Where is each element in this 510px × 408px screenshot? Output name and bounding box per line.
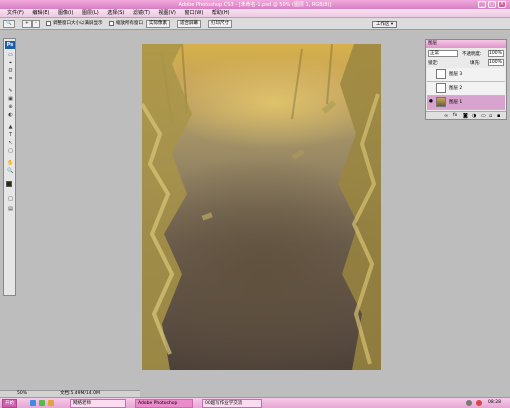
resize-windows-checkbox[interactable] bbox=[46, 21, 51, 26]
start-button[interactable]: 开始 bbox=[2, 399, 17, 408]
type-tool-icon[interactable]: T bbox=[7, 133, 14, 138]
move-tool-icon[interactable]: ⌖ bbox=[7, 61, 14, 66]
opacity-label: 不透明度: bbox=[462, 52, 482, 57]
fit-screen-button[interactable]: 适合屏幕 bbox=[177, 20, 201, 28]
layer-thumbnail bbox=[436, 69, 446, 79]
visibility-toggle[interactable] bbox=[429, 86, 433, 90]
maximize-button[interactable]: □ bbox=[488, 1, 496, 8]
painting-artwork bbox=[142, 44, 381, 370]
marquee-tool-icon[interactable]: ▭ bbox=[7, 53, 14, 58]
history-brush-icon[interactable]: ⊕ bbox=[7, 105, 14, 110]
brush-tool-icon[interactable]: ✎ bbox=[7, 89, 14, 94]
zoom-tool-icon[interactable]: 🔍 bbox=[3, 20, 15, 28]
layer-row[interactable]: 图层 3 bbox=[427, 68, 505, 82]
workspace-dropdown[interactable]: 工作区 ▾ bbox=[372, 21, 398, 28]
menu-bar: 文件(F) 编辑(E) 图像(I) 图层(L) 选择(S) 滤镜(T) 视图(V… bbox=[0, 9, 510, 18]
eye-icon[interactable]: ● bbox=[429, 99, 433, 104]
menu-help[interactable]: 帮助(H) bbox=[212, 9, 230, 18]
blend-mode-select[interactable]: 正常 bbox=[428, 50, 458, 57]
opacity-input[interactable]: 100% bbox=[488, 50, 504, 57]
lasso-tool-icon[interactable]: ʘ bbox=[7, 69, 14, 74]
folder-icon[interactable]: ▭ bbox=[481, 113, 486, 119]
stamp-tool-icon[interactable]: ▣ bbox=[7, 97, 14, 102]
layer-thumbnail bbox=[436, 97, 446, 107]
lock-label: 锁定: bbox=[428, 61, 439, 66]
menu-edit[interactable]: 编辑(E) bbox=[32, 9, 49, 18]
status-bar: 50% 文档:5.49M/14.0M bbox=[0, 390, 140, 397]
clock: 08:28 bbox=[488, 400, 501, 405]
layers-panel-footer: ∞ fx ◙ ◑ ▭ ▫ ▪ bbox=[426, 111, 506, 119]
pen-tool-icon[interactable]: ▲ bbox=[7, 125, 14, 130]
path-select-icon[interactable]: ↖ bbox=[7, 141, 14, 146]
trash-icon[interactable]: ▪ bbox=[497, 113, 500, 119]
hand-tool-icon[interactable]: ✋ bbox=[7, 161, 14, 166]
tray-icon[interactable] bbox=[466, 400, 472, 406]
document-canvas[interactable] bbox=[142, 44, 381, 370]
actual-pixels-button[interactable]: 实际像素 bbox=[146, 20, 170, 28]
quick-mask-icon[interactable]: □ bbox=[7, 197, 14, 202]
layer-row-selected[interactable]: ● 图层 1 bbox=[427, 96, 505, 110]
crop-tool-icon[interactable]: ⌗ bbox=[7, 77, 14, 82]
menu-view[interactable]: 视图(V) bbox=[159, 9, 176, 18]
foreground-color-swatch[interactable] bbox=[6, 181, 12, 187]
quick-launch-folder-icon[interactable] bbox=[48, 400, 54, 406]
minimize-button[interactable]: _ bbox=[478, 1, 486, 8]
print-size-button[interactable]: 打印尺寸 bbox=[208, 20, 232, 28]
taskbar-item[interactable]: 网络老师 bbox=[70, 399, 126, 408]
fill-label: 填充: bbox=[470, 61, 481, 66]
zoom-out-button[interactable]: - bbox=[32, 20, 40, 28]
toolbox: Ps ▭ ⌖ ʘ ⌗ ✎ ▣ ⊕ ◐ ▲ T ↖ ▢ ✋ 🔍 □ ▤ bbox=[3, 38, 16, 296]
options-bar: 🔍 + - 调整窗口大小以满屏显示 缩放所有窗口 实际像素 适合屏幕 打印尺寸 … bbox=[0, 18, 510, 30]
zoom-all-checkbox[interactable] bbox=[109, 21, 114, 26]
taskbar: 开始 网络老师 Adobe Photoshop 00超写作业学交流 08:28 bbox=[0, 397, 510, 408]
menu-layer[interactable]: 图层(L) bbox=[82, 9, 99, 18]
fill-input[interactable]: 100% bbox=[488, 59, 504, 66]
dodge-tool-icon[interactable]: ◐ bbox=[7, 113, 14, 118]
resize-windows-label: 调整窗口大小以满屏显示 bbox=[53, 21, 103, 26]
quick-launch-icon[interactable] bbox=[39, 400, 45, 406]
menu-window[interactable]: 窗口(W) bbox=[184, 9, 203, 18]
layer-thumbnail bbox=[436, 83, 446, 93]
fx-icon[interactable]: fx bbox=[453, 113, 457, 118]
screen-mode-icon[interactable]: ▤ bbox=[7, 207, 14, 212]
new-layer-icon[interactable]: ▫ bbox=[489, 113, 492, 119]
ps-logo: Ps bbox=[5, 41, 15, 49]
zoom-in-button[interactable]: + bbox=[22, 20, 32, 28]
close-button[interactable]: × bbox=[498, 1, 506, 8]
visibility-toggle[interactable] bbox=[429, 72, 433, 76]
layers-panel: 图层 正常 不透明度: 100% 锁定: 填充: 100% 图层 3 图层 2 … bbox=[425, 39, 507, 120]
layers-panel-header[interactable]: 图层 bbox=[426, 40, 506, 48]
window-title: Adobe Photoshop CS3 - [未命名-1.psd @ 50% (… bbox=[178, 2, 332, 8]
zoom-all-label: 缩放所有窗口 bbox=[116, 21, 143, 26]
mask-icon[interactable]: ◙ bbox=[463, 113, 468, 119]
layer-name: 图层 2 bbox=[449, 86, 463, 91]
zoom-tool-icon-2[interactable]: 🔍 bbox=[7, 169, 14, 174]
menu-select[interactable]: 选择(S) bbox=[107, 9, 124, 18]
menu-file[interactable]: 文件(F) bbox=[7, 9, 24, 18]
menu-image[interactable]: 图像(I) bbox=[58, 9, 73, 18]
taskbar-item-active[interactable]: Adobe Photoshop bbox=[135, 399, 193, 408]
layer-name: 图层 1 bbox=[449, 100, 463, 105]
taskbar-item[interactable]: 00超写作业学交流 bbox=[202, 399, 262, 408]
menu-filter[interactable]: 滤镜(T) bbox=[133, 9, 150, 18]
title-bar: Adobe Photoshop CS3 - [未命名-1.psd @ 50% (… bbox=[0, 0, 510, 9]
link-icon[interactable]: ∞ bbox=[444, 113, 448, 119]
adjustment-icon[interactable]: ◑ bbox=[472, 113, 476, 119]
shape-tool-icon[interactable]: ▢ bbox=[7, 149, 14, 154]
layers-panel-title: 图层 bbox=[428, 41, 437, 46]
tray-icon[interactable] bbox=[476, 400, 482, 406]
quick-launch-ie-icon[interactable] bbox=[30, 400, 36, 406]
layer-name: 图层 3 bbox=[449, 72, 463, 77]
layer-row[interactable]: 图层 2 bbox=[427, 82, 505, 96]
